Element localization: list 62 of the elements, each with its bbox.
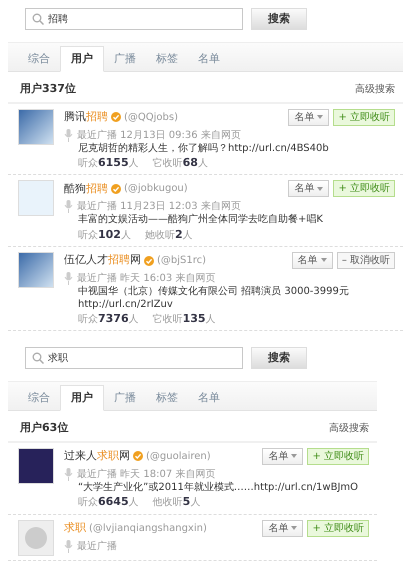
post-meta: 最近广播 昨天 16:03 来自网页 [77,272,216,286]
list-dropdown[interactable]: 名单 [288,180,330,198]
avatar-image [18,448,54,484]
post-text: 丰富的文娱活动——酷狗广州全体同学去吃自助餐+唱K [78,214,324,227]
microphone-icon [64,200,73,214]
stat-count: 她收听2人 [144,228,193,242]
user-handle: (@bjS1rc) [157,254,206,268]
stat-count: 听众6155人 [78,156,139,170]
search-button[interactable]: 搜索 [251,8,307,30]
stat-count: 他收听5人 [152,495,200,510]
caret-icon [291,526,298,530]
user-handle: (@QQjobs) [124,110,178,124]
user-handle: (@guolairen) [146,450,211,463]
post-text: 中视国华（北京）传媒文化有限公司 招聘演员 3000-3999元http://url.cn/2rIZuv [78,286,350,312]
avatar-image [18,252,54,288]
result-count: 用户63位 [20,420,68,436]
user-name[interactable]: 腾讯招聘 [64,110,108,124]
list-dropdown[interactable]: 名单 [262,520,304,537]
avatar-image [18,108,54,144]
user-name[interactable]: 酷狗招聘 [64,182,108,196]
follow-button[interactable]: + 立即收听 [307,520,369,537]
post-meta: 最近广播 昨天 18:07 来自网页 [77,468,216,481]
search-icon [32,13,44,25]
stat-count: 它收听135人 [152,312,216,326]
search-field[interactable]: 招聘 [25,8,243,30]
result-count: 用户337位 [20,81,76,97]
stat-count: 听众6645人 [78,495,139,510]
post-meta: 最近广播 12月13日 09:36 来自网页 [77,128,241,142]
advanced-search-link[interactable]: 高级搜索 [355,82,395,97]
post-text: “大学生产业化”或2011年就业模式……http://url.cn/1wBJmO [78,482,360,494]
post-meta: 最近广播 11月23日 12:03 来自网页 [77,200,241,214]
search-field[interactable]: 求职 [25,347,243,370]
advanced-search-link[interactable]: 高级搜索 [329,421,369,436]
microphone-icon [64,540,73,553]
microphone-icon [64,128,73,142]
user-handle: (@jobkugou) [124,182,188,196]
caret-icon [317,114,324,119]
stat-count: 听众7376人 [78,312,139,326]
user-name[interactable]: 过来人求职网 [64,449,130,464]
post-text: 尼克胡哲的精彩人生，你了解吗？http://url.cn/4BS40b [78,142,330,155]
microphone-icon [64,468,73,481]
caret-icon [317,186,324,191]
user-handle: (@lvjianqiangshangxin) [89,522,207,535]
caret-icon [291,454,298,458]
stat-count: 它收听68人 [152,156,208,170]
follow-button[interactable]: + 立即收听 [333,108,395,126]
list-dropdown[interactable]: 名单 [262,448,304,465]
search-button[interactable]: 搜索 [251,347,307,370]
stat-count: 听众102人 [78,228,131,242]
tab[interactable]: 用户 [60,46,104,72]
list-dropdown[interactable]: 名单 [288,108,330,126]
user-name[interactable]: 伍亿人才招聘网 [64,253,141,268]
caret-icon [320,258,327,262]
search-icon [32,352,44,364]
microphone-icon [64,272,73,286]
list-dropdown[interactable]: 名单 [292,252,333,270]
unfollow-button[interactable]: – 取消收听 [336,252,395,270]
post-meta: 最近广播 [77,540,117,553]
tab[interactable]: 用户 [60,385,104,412]
follow-button[interactable]: + 立即收听 [307,448,369,465]
follow-button[interactable]: + 立即收听 [333,180,395,198]
avatar-image [18,180,54,216]
